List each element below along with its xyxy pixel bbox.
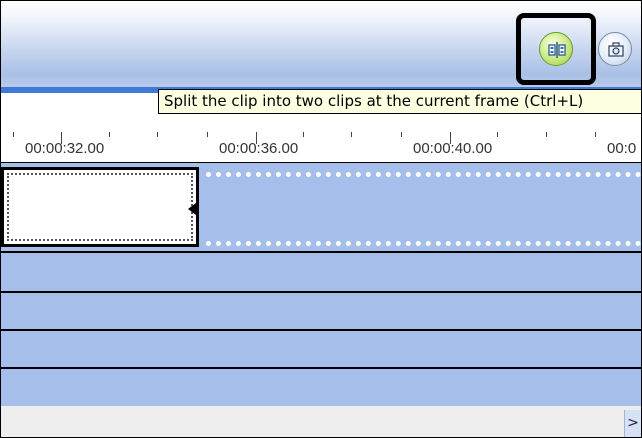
ruler-tick (401, 132, 402, 137)
horizontal-scrollbar[interactable] (1, 406, 641, 437)
ruler-label: 00:00:40.00 (413, 140, 493, 157)
title-track[interactable] (1, 293, 641, 329)
ruler-tick (450, 132, 451, 144)
scroll-right-button[interactable]: > (624, 410, 641, 437)
clip-selection-border (7, 173, 193, 241)
ruler-tick (303, 132, 304, 137)
ruler-tick (546, 132, 547, 137)
clip-trim-handle[interactable] (188, 203, 196, 215)
overlay-track[interactable] (1, 331, 641, 367)
ruler-label: 00:0 (607, 140, 637, 157)
clip-dotted-border (206, 241, 641, 246)
ruler-label: 00:00:36.00 (219, 140, 299, 157)
ruler-tick (207, 132, 208, 137)
ruler-tick (61, 132, 62, 144)
selected-clip[interactable] (1, 167, 199, 247)
clip-dotted-border (206, 172, 641, 177)
ruler-tick (109, 132, 110, 137)
split-clip-icon (548, 42, 566, 58)
ruler-tick (13, 132, 14, 137)
camera-icon (608, 42, 624, 57)
split-tooltip: Split the clip into two clips at the cur… (158, 89, 641, 114)
video-track[interactable] (1, 163, 641, 251)
ruler-tick (595, 132, 596, 137)
ruler-tick (256, 132, 257, 144)
ruler-tick (157, 132, 158, 137)
extra-track[interactable] (1, 369, 641, 406)
audio-track[interactable] (1, 253, 641, 291)
ruler-tick (497, 132, 498, 137)
ruler-label: 00:00:32.00 (25, 140, 105, 157)
split-clip-button[interactable] (539, 32, 573, 66)
ruler-tick (351, 132, 352, 137)
timeline-panel: Split the clip into two clips at the cur… (0, 0, 642, 438)
time-ruler: 00:00:32.00 00:00:36.00 00:00:40.00 00:0 (1, 132, 641, 163)
snapshot-button[interactable] (598, 32, 632, 66)
